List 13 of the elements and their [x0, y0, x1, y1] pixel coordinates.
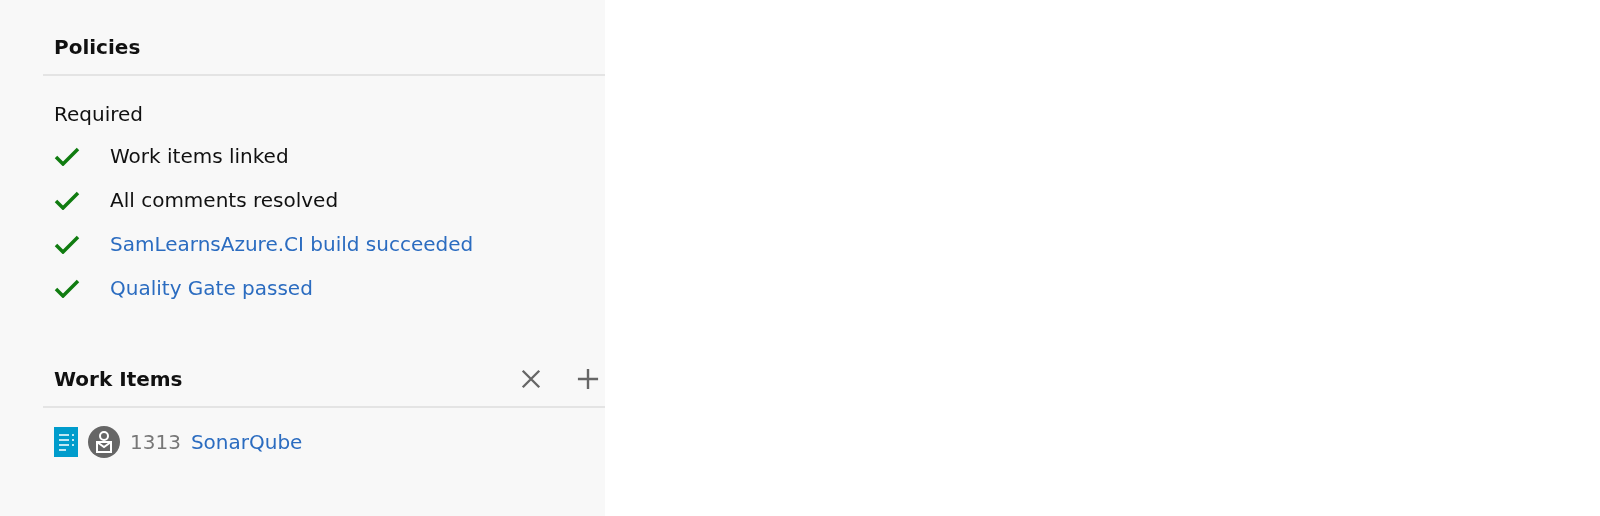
policy-link[interactable]: Quality Gate passed — [110, 276, 313, 300]
avatar-icon — [88, 426, 120, 458]
section-title: Work Items — [54, 367, 183, 391]
close-icon[interactable] — [520, 368, 542, 390]
group-label: Required — [54, 102, 144, 126]
policy-label: Work items linked — [110, 144, 289, 168]
work-item-id: 1313 — [130, 430, 181, 454]
section-title: Policies — [54, 35, 141, 59]
document-icon — [54, 427, 78, 457]
policy-label: All comments resolved — [110, 188, 339, 212]
plus-icon[interactable] — [577, 368, 599, 390]
work-item-link[interactable]: SonarQube — [190, 430, 303, 454]
policy-link[interactable]: SamLearnsAzure.CI build succeeded — [110, 232, 474, 256]
